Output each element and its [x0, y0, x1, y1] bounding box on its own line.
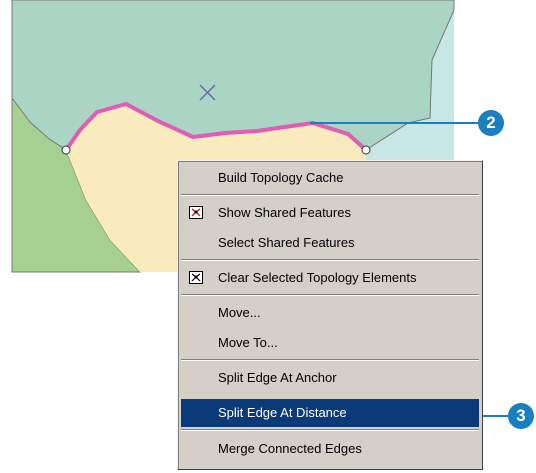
menu-item-label: Move To...: [218, 335, 278, 350]
menu-item-show-shared-features[interactable]: Show Shared Features: [181, 199, 479, 227]
menu-item-select-shared-features[interactable]: Select Shared Features: [181, 229, 479, 257]
menu-item-label: Build Topology Cache: [218, 170, 344, 185]
edge-endpoint-right[interactable]: [361, 145, 371, 155]
menu-item-label: Merge Connected Edges: [218, 441, 362, 456]
menu-separator: [181, 194, 479, 196]
callout-2: 2: [478, 110, 504, 136]
menu-item-label: Split Edge At Distance: [218, 405, 347, 420]
menu-item-clear-selected-topology[interactable]: Clear Selected Topology Elements: [181, 264, 479, 292]
menu-item-merge-connected-edges[interactable]: Merge Connected Edges: [181, 435, 479, 463]
menu-item-split-edge-at-anchor[interactable]: Split Edge At Anchor: [181, 364, 479, 392]
menu-item-split-edge-at-distance[interactable]: Split Edge At Distance: [181, 399, 479, 427]
menu-item-label: Clear Selected Topology Elements: [218, 270, 417, 285]
menu-separator: [181, 294, 479, 296]
menu-separator: [181, 429, 479, 431]
shared-features-icon: [189, 206, 203, 219]
clear-topology-icon: [189, 271, 203, 284]
menu-item-move[interactable]: Move...: [181, 299, 479, 327]
menu-item-label: Show Shared Features: [218, 205, 351, 220]
menu-separator: [181, 259, 479, 261]
menu-item-label: Split Edge At Anchor: [218, 370, 337, 385]
menu-item-label: Select Shared Features: [218, 235, 355, 250]
edge-endpoint-left[interactable]: [61, 145, 71, 155]
menu-separator: [181, 359, 479, 361]
menu-item-move-to[interactable]: Move To...: [181, 329, 479, 357]
menu-item-build-topology-cache[interactable]: Build Topology Cache: [181, 164, 479, 192]
menu-item-label: Move...: [218, 305, 261, 320]
callout-3: 3: [508, 403, 534, 429]
context-menu: Build Topology Cache Show Shared Feature…: [177, 160, 483, 470]
